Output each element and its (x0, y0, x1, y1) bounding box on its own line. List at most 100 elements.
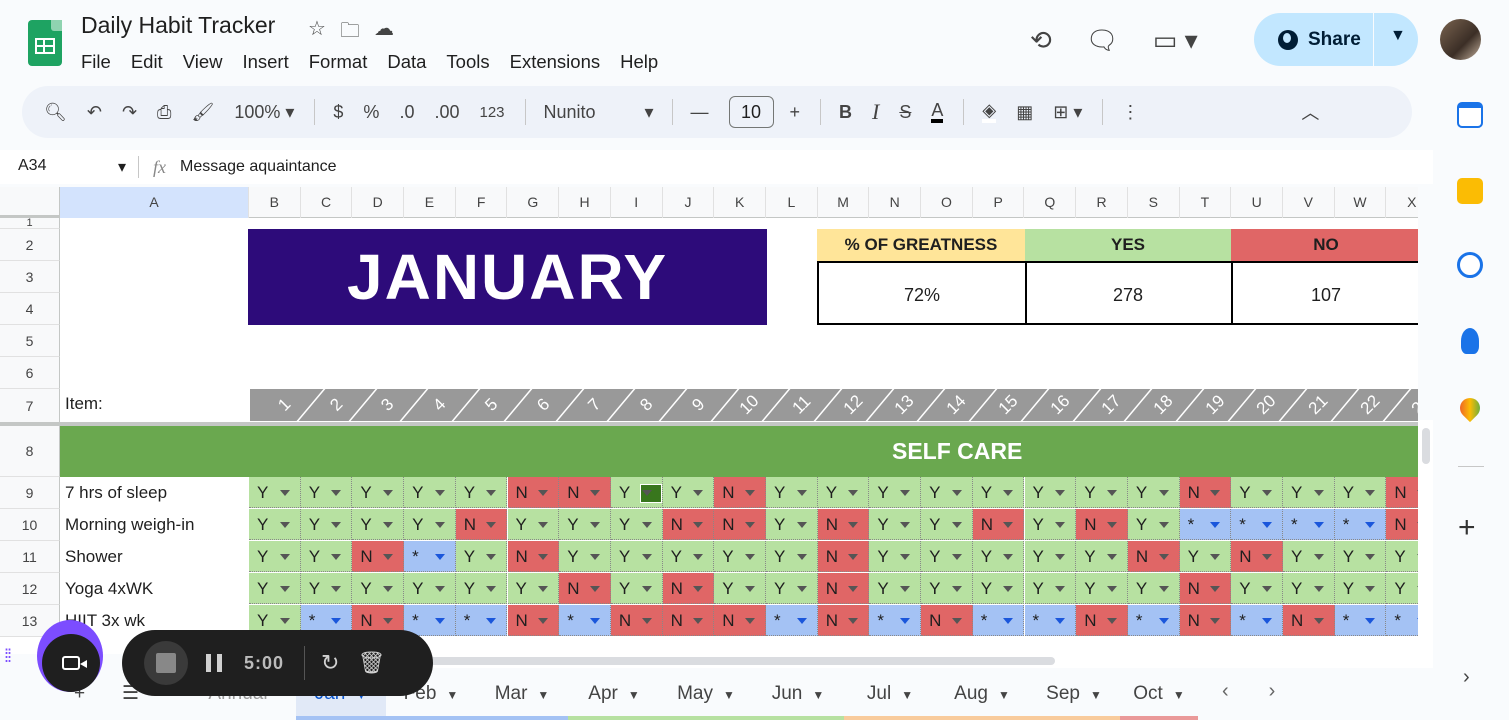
habit-cell-dropdown[interactable]: N (1127, 541, 1180, 572)
row-header-3[interactable]: 3 (0, 261, 60, 293)
sheet-tab-sep[interactable]: Sep ▼ (1028, 668, 1120, 720)
habit-cell-dropdown[interactable]: Y (249, 509, 301, 540)
habit-cell-dropdown[interactable]: Y (404, 509, 456, 540)
menu-view[interactable]: View (183, 49, 223, 75)
habit-cell-dropdown[interactable]: Y (352, 573, 405, 604)
habit-cell-dropdown[interactable]: Y (766, 509, 818, 540)
vertical-scrollbar[interactable] (1418, 420, 1433, 655)
increase-font-size-button[interactable]: + (790, 102, 801, 123)
habit-cell-dropdown[interactable]: Y (1386, 541, 1418, 572)
habit-cell-dropdown[interactable]: N (1179, 573, 1232, 604)
show-side-panel-icon[interactable]: › (1463, 666, 1470, 689)
habit-cell-dropdown[interactable]: N (662, 605, 715, 636)
column-header-r[interactable]: R (1076, 187, 1128, 218)
habit-cell-dropdown[interactable]: N (972, 509, 1025, 540)
habit-cell-dropdown[interactable]: Y (1024, 573, 1077, 604)
formula-input[interactable]: Message aquaintance (180, 158, 337, 176)
habit-cell-dropdown[interactable]: Y (455, 477, 508, 508)
column-header-k[interactable]: K (714, 187, 766, 218)
column-header-g[interactable]: G (508, 187, 560, 218)
habit-cell-dropdown[interactable]: Y (1179, 541, 1232, 572)
column-header-n[interactable]: N (869, 187, 922, 218)
maps-icon[interactable] (1455, 393, 1485, 423)
habit-cell-dropdown[interactable]: * (1386, 605, 1418, 636)
habit-cell-dropdown[interactable]: N (507, 477, 560, 508)
habit-cell-dropdown[interactable]: Y (507, 573, 560, 604)
habit-cell-dropdown[interactable]: Y (869, 509, 922, 540)
column-header-v[interactable]: V (1283, 187, 1335, 218)
habit-cell-dropdown[interactable]: Y (1283, 573, 1335, 604)
column-header-b[interactable]: B (249, 187, 301, 218)
drag-handle-icon[interactable]: ⁞⁞ (4, 646, 12, 667)
habit-cell-dropdown[interactable]: N (817, 605, 870, 636)
user-avatar[interactable] (1440, 19, 1481, 60)
habit-cell-dropdown[interactable]: N (507, 541, 560, 572)
habit-cell-dropdown[interactable]: N (1076, 509, 1128, 540)
habit-cell-dropdown[interactable]: N (921, 605, 973, 636)
habit-cell-dropdown[interactable]: Y (869, 573, 922, 604)
menu-help[interactable]: Help (620, 49, 658, 75)
habit-cell-dropdown[interactable]: N (1231, 541, 1283, 572)
menu-edit[interactable]: Edit (131, 49, 163, 75)
habit-cell-dropdown[interactable]: Y (610, 573, 663, 604)
habit-cell-dropdown[interactable]: Y (1127, 509, 1180, 540)
habit-cell-dropdown[interactable]: Y (662, 541, 715, 572)
habit-cell-dropdown[interactable]: * (1179, 509, 1232, 540)
habit-cell-dropdown[interactable]: N (1179, 605, 1232, 636)
habit-cell-dropdown[interactable]: Y (249, 477, 301, 508)
move-folder-icon[interactable]: 🗀 (340, 16, 360, 50)
print-icon[interactable]: ⎙ (157, 102, 171, 123)
sheet-tab-oct[interactable]: Oct ▼ (1120, 668, 1198, 720)
meet-camera-icon[interactable]: ▭ ▾ (1153, 25, 1198, 56)
habit-cell-dropdown[interactable]: N (1179, 477, 1232, 508)
column-header-x[interactable]: X (1386, 187, 1418, 218)
habit-cell-dropdown[interactable]: N (662, 573, 715, 604)
row-header-7[interactable]: 7 (0, 389, 60, 424)
habit-cell-dropdown[interactable]: Y (1231, 573, 1283, 604)
habit-cell-dropdown[interactable]: Y (662, 477, 715, 508)
increase-decimal-button[interactable]: .00 (434, 102, 459, 123)
column-header-i[interactable]: I (611, 187, 663, 218)
habit-cell-dropdown[interactable]: N (352, 541, 405, 572)
habit-cell-dropdown[interactable]: N (1076, 605, 1128, 636)
habit-cell-dropdown[interactable]: Y (1076, 573, 1128, 604)
habit-cell-dropdown[interactable]: Y (921, 541, 973, 572)
menu-data[interactable]: Data (387, 49, 426, 75)
keep-icon[interactable] (1457, 178, 1483, 204)
column-header-t[interactable]: T (1180, 187, 1232, 218)
habit-cell-dropdown[interactable]: N (1386, 509, 1418, 540)
habit-cell-dropdown[interactable]: N (559, 477, 611, 508)
habit-cell-dropdown[interactable]: Y (869, 477, 922, 508)
sheets-logo-icon[interactable] (28, 20, 62, 66)
collapse-toolbar-icon[interactable]: ︿ (1301, 99, 1319, 125)
font-family-select[interactable]: Nunito ▾ (544, 102, 654, 123)
column-header-u[interactable]: U (1231, 187, 1283, 218)
habit-cell-dropdown[interactable]: Y (1386, 573, 1418, 604)
habit-cell-dropdown[interactable]: Y (1024, 477, 1077, 508)
row-header-12[interactable]: 12 (0, 573, 60, 605)
cloud-status-icon[interactable]: ☁ (374, 16, 394, 50)
decrease-font-size-button[interactable]: — (691, 102, 709, 123)
row-header-6[interactable]: 6 (0, 357, 60, 389)
habit-cell-dropdown[interactable]: Y (610, 477, 663, 508)
paint-format-icon[interactable]: 🖌︎ (191, 102, 214, 123)
habit-cell-dropdown[interactable]: Y (1283, 541, 1335, 572)
comments-icon[interactable]: 🗨 (1086, 25, 1119, 56)
habit-cell-dropdown[interactable]: Y (559, 541, 611, 572)
sheet-tab-jul[interactable]: Jul ▼ (844, 668, 936, 720)
habit-cell-dropdown[interactable]: * (455, 605, 508, 636)
habit-cell-dropdown[interactable]: Y (972, 573, 1025, 604)
habit-cell-dropdown[interactable]: N (662, 509, 715, 540)
sheet-grid[interactable]: ABCDEFGHIJKLMNOPQRSTUVWX 1 2 3 4 5 6 7 8 9 10 11 12… (0, 187, 1418, 654)
habit-cell-dropdown[interactable]: N (714, 605, 766, 636)
habit-cell-dropdown[interactable]: Y (921, 573, 973, 604)
habit-cell-dropdown[interactable]: Y (766, 541, 818, 572)
column-header-w[interactable]: W (1335, 187, 1387, 218)
habit-cell-dropdown[interactable]: * (972, 605, 1025, 636)
column-header-a[interactable]: A (60, 187, 249, 218)
habit-cell-dropdown[interactable]: Y (610, 541, 663, 572)
column-header-d[interactable]: D (352, 187, 405, 218)
row-header-11[interactable]: 11 (0, 541, 60, 573)
column-header-h[interactable]: H (559, 187, 611, 218)
row-header-9[interactable]: 9 (0, 477, 60, 509)
